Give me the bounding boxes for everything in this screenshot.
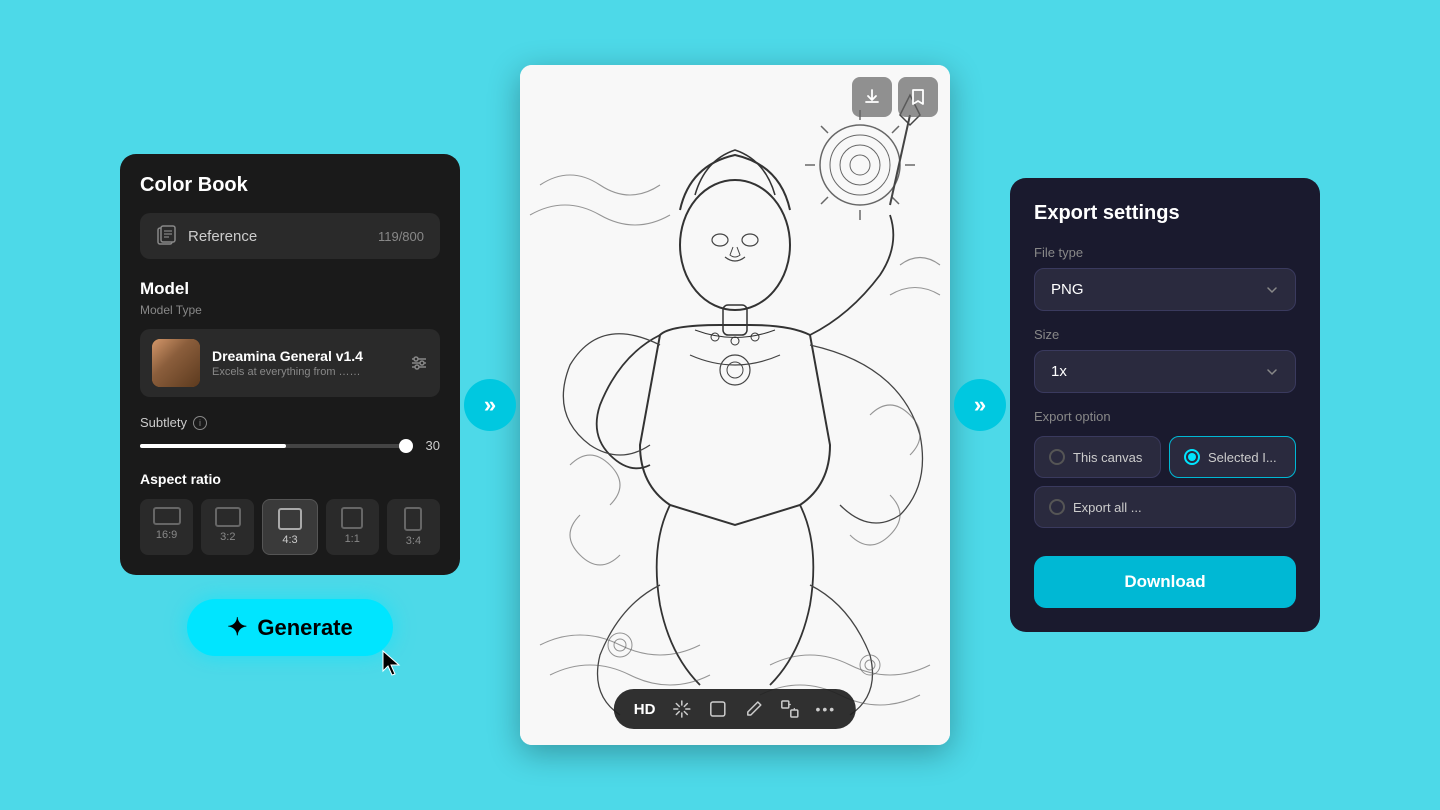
export-title: Export settings: [1034, 202, 1296, 225]
art-drawing: [520, 65, 950, 745]
canvas-download-button[interactable]: [852, 77, 892, 117]
generate-wrapper: ✦ Generate: [187, 599, 393, 656]
subtlety-label: Subtlety: [140, 415, 187, 430]
size-select[interactable]: 1x: [1034, 350, 1296, 393]
aspect-169-icon: [153, 507, 181, 525]
size-label: Size: [1034, 327, 1296, 342]
model-section-title: Model: [140, 279, 440, 299]
magic-wand-icon: [671, 699, 691, 719]
aspect-11-button[interactable]: 1:1: [326, 499, 379, 555]
crop-button[interactable]: [707, 699, 727, 719]
size-value: 1x: [1051, 363, 1067, 380]
sparkle-icon: ✦: [227, 613, 247, 642]
model-thumbnail: [152, 339, 200, 387]
this-canvas-option[interactable]: This canvas: [1034, 436, 1161, 478]
file-type-label: File type: [1034, 245, 1296, 260]
export-options-grid: This canvas Selected I... Export all ...: [1034, 436, 1296, 528]
left-arrow-connector: »: [460, 379, 520, 431]
selected-radio-dot: [1188, 453, 1196, 461]
cursor-pointer: [379, 649, 403, 686]
bookmark-icon: [909, 88, 927, 106]
canvas-image: HD: [520, 65, 950, 745]
aspect-11-icon: [341, 507, 363, 529]
main-container: Color Book Reference 119/800 Model: [120, 35, 1320, 775]
edit-icon: [743, 699, 763, 719]
export-panel: Export settings File type PNG Size 1x Ex…: [1010, 178, 1320, 632]
aspect-43-button[interactable]: 4:3: [262, 499, 317, 555]
export-all-option[interactable]: Export all ...: [1034, 486, 1296, 528]
file-type-select[interactable]: PNG: [1034, 268, 1296, 311]
model-type-label: Model Type: [140, 303, 440, 317]
export-all-radio: [1049, 499, 1065, 515]
slider-thumb[interactable]: [399, 439, 413, 453]
left-section: Color Book Reference 119/800 Model: [120, 154, 460, 656]
reference-icon: [156, 225, 178, 247]
chevron-down-icon-2: [1265, 365, 1279, 379]
transform-icon: [779, 699, 799, 719]
hd-label: HD: [634, 701, 656, 718]
aspect-32-icon: [215, 507, 241, 527]
more-icon: •••: [815, 701, 836, 717]
export-option-label: Export option: [1034, 409, 1296, 424]
file-type-value: PNG: [1051, 281, 1084, 298]
aspect-34-button[interactable]: 3:4: [387, 499, 440, 555]
model-thumb-inner: [152, 339, 200, 387]
download-button[interactable]: Download: [1034, 556, 1296, 608]
export-all-label: Export all ...: [1073, 500, 1142, 515]
edit-button[interactable]: [743, 699, 763, 719]
selected-radio: [1184, 449, 1200, 465]
selected-option[interactable]: Selected I...: [1169, 436, 1296, 478]
aspect-169-button[interactable]: 16:9: [140, 499, 193, 555]
left-panel: Color Book Reference 119/800 Model: [120, 154, 460, 575]
generate-button[interactable]: ✦ Generate: [187, 599, 393, 656]
info-circle-icon: i: [193, 416, 207, 430]
aspect-43-label: 4:3: [282, 534, 297, 546]
chevron-down-icon: [1265, 283, 1279, 297]
aspect-43-icon: [278, 508, 302, 530]
download-icon: [863, 88, 881, 106]
canvas-bookmark-button[interactable]: [898, 77, 938, 117]
crop-icon: [707, 699, 727, 719]
canvas-toolbar: HD: [614, 689, 856, 729]
selected-label: Selected I...: [1208, 450, 1277, 465]
reference-left: Reference: [156, 225, 257, 247]
model-desc: Excels at everything from ……: [212, 366, 398, 378]
aspect-11-label: 1:1: [345, 533, 360, 545]
aspect-32-button[interactable]: 3:2: [201, 499, 254, 555]
aspect-34-icon: [404, 507, 422, 531]
right-arrow-connector: »: [950, 379, 1010, 431]
slider-fill: [140, 444, 286, 448]
this-canvas-radio: [1049, 449, 1065, 465]
this-canvas-label: This canvas: [1073, 450, 1142, 465]
aspect-169-label: 16:9: [156, 529, 177, 541]
more-button[interactable]: •••: [815, 701, 836, 717]
generate-label: Generate: [257, 615, 352, 641]
aspect-34-label: 3:4: [406, 535, 421, 547]
aspect-ratio-options: 16:9 3:2 4:3 1:1 3:4: [140, 499, 440, 555]
subtlety-slider[interactable]: 30: [140, 438, 440, 453]
settings-sliders-icon: [410, 354, 428, 372]
canvas-overlay-buttons: [852, 77, 938, 117]
subtlety-row: Subtlety i: [140, 415, 440, 430]
left-double-arrow: »: [464, 379, 516, 431]
right-double-arrow: »: [954, 379, 1006, 431]
reference-count: 119/800: [378, 229, 424, 244]
model-name: Dreamina General v1.4: [212, 348, 398, 364]
subtlety-value: 30: [416, 438, 440, 453]
reference-box[interactable]: Reference 119/800: [140, 213, 440, 259]
panel-title: Color Book: [140, 174, 440, 197]
magic-wand-button[interactable]: [671, 699, 691, 719]
model-card[interactable]: Dreamina General v1.4 Excels at everythi…: [140, 329, 440, 397]
canvas-area: HD: [520, 65, 950, 745]
transform-button[interactable]: [779, 699, 799, 719]
slider-track[interactable]: [140, 444, 406, 448]
aspect-32-label: 3:2: [220, 531, 235, 543]
reference-label: Reference: [188, 228, 257, 245]
hd-button[interactable]: HD: [634, 701, 656, 718]
model-info: Dreamina General v1.4 Excels at everythi…: [212, 348, 398, 378]
aspect-ratio-label: Aspect ratio: [140, 471, 440, 487]
